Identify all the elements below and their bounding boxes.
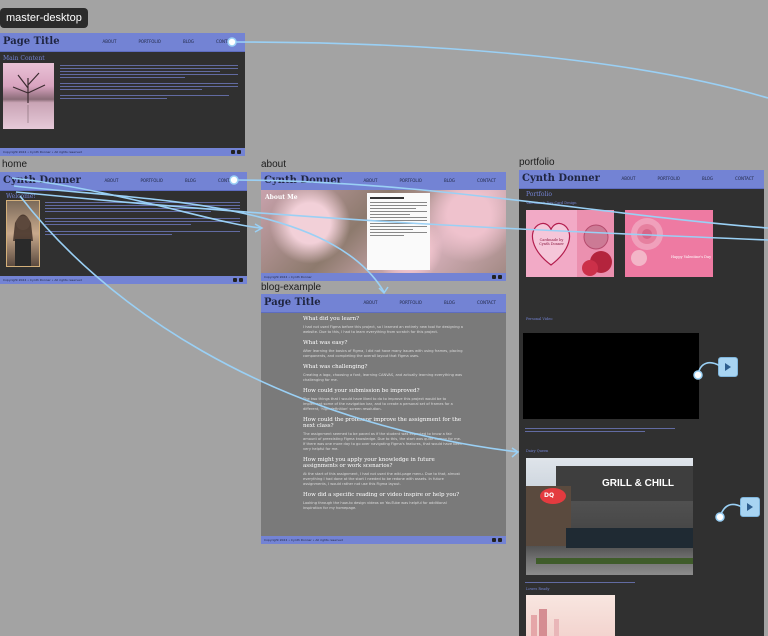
nav-portfolio[interactable]: PORTFOLIO [657,176,680,181]
about-heading: About Me [265,194,298,201]
nav-blog[interactable]: BLOG [183,39,194,44]
blog-question: How could the professor improve the assi… [303,417,462,429]
nav-blog[interactable]: BLOG [702,176,713,181]
social-icon[interactable] [492,275,496,279]
nav-blog[interactable]: BLOG [444,178,455,183]
blog-answer: Looking through the how-to design videos… [303,501,447,510]
master-heading: Main Content [3,55,45,62]
master-navbar: Page Title ABOUT PORTFOLIO BLOG CONTACT [0,33,245,52]
dq-caption [525,580,635,585]
nav-about[interactable]: ABOUT [622,176,636,181]
blog-question: What was challenging? [303,364,368,370]
master-body-text [60,63,238,101]
about-footer-text: Copyright 2024 • Cynth Donner [264,275,312,279]
blog-question: How could your submission be improved? [303,388,420,394]
nav-about[interactable]: ABOUT [364,178,378,183]
blog-footer: Copyright 2024 • Cynth Donner • All righ… [261,536,506,544]
portfolio-heading: Portfolio [526,191,552,198]
home-frame[interactable]: Cynth Donner ABOUT PORTFOLIO BLOG CONTAC… [0,172,247,284]
frame-name-pill[interactable]: master-desktop [0,8,88,28]
nav-contact[interactable]: CONTACT [216,39,235,44]
home-body-text [45,200,240,237]
social-icon[interactable] [233,278,237,282]
social-icon[interactable] [231,150,235,154]
nav-contact[interactable]: CONTACT [477,178,496,183]
dq-logo: DQ [544,492,555,499]
about-navbar: Cynth Donner ABOUT PORTFOLIO BLOG CONTAC… [261,172,506,191]
social-icon[interactable] [498,538,502,542]
blog-question: How did a specific reading or video insp… [303,492,460,498]
personal-video-player[interactable] [523,333,699,419]
nav-portfolio[interactable]: PORTFOLIO [138,39,161,44]
master-tree-image [3,63,54,129]
nav-blog[interactable]: BLOG [444,300,455,305]
nav-contact[interactable]: CONTACT [218,178,237,183]
home-navbar: Cynth Donner ABOUT PORTFOLIO BLOG CONTAC… [0,172,247,191]
nav-blog[interactable]: BLOG [185,178,196,183]
blog-question: What did you learn? [303,316,360,322]
portfolio-sub-video: Personal Video [526,317,553,321]
blog-footer-text: Copyright 2024 • Cynth Donner • All righ… [264,538,343,542]
portfolio-frame[interactable]: Cynth Donner ABOUT PORTFOLIO BLOG CONTAC… [519,170,764,636]
blog-answer: I had not used Figma before this project… [303,325,463,334]
blog-answer: After learning the basics of Figma, I di… [303,349,463,358]
home-footer: Copyright 2024 • Cynth Donner • All righ… [0,276,247,284]
blog-question: How might you apply your knowledge in fu… [303,457,435,469]
valentine-card-right-text: Happy Valentine's Day [671,255,712,259]
valentine-card-right: Happy Valentine's Day [625,210,713,277]
about-page-title: Cynth Donner [264,175,342,186]
blog-answer: Creating a logo, choosing a font, learni… [303,373,463,382]
dq-sign: GRILL & CHILL [602,478,675,489]
about-footer: Copyright 2024 • Cynth Donner [261,273,506,281]
portfolio-page-title: Cynth Donner [522,173,600,184]
blog-article: What did you learn? I had not used Figma… [303,311,463,511]
home-portrait-image [6,200,40,267]
nav-about[interactable]: ABOUT [103,39,117,44]
nav-about[interactable]: ABOUT [105,178,119,183]
master-footer-text: Copyright 2024 • Cynth Donner • All righ… [3,150,82,154]
about-resume-document [367,193,430,270]
nav-portfolio[interactable]: PORTFOLIO [399,178,422,183]
blog-page-title: Page Title [264,297,321,308]
master-page-title: Page Title [3,36,60,47]
frame-label-home[interactable]: home [2,159,27,170]
home-footer-text: Copyright 2024 • Cynth Donner • All righ… [3,278,82,282]
master-desktop-frame[interactable]: Page Title ABOUT PORTFOLIO BLOG CONTACT … [0,33,245,156]
home-heading: Welcome! [6,193,36,200]
master-footer: Copyright 2024 • Cynth Donner • All righ… [0,148,245,156]
play-icon[interactable] [718,357,738,377]
blog-answer: At the start of this assignment, I had n… [303,472,460,486]
frame-label-blog[interactable]: blog-example [261,282,321,293]
nav-portfolio[interactable]: PORTFOLIO [399,300,422,305]
social-icon[interactable] [498,275,502,279]
portfolio-sub-lowes: Lowes Ready [526,587,550,591]
nav-contact[interactable]: CONTACT [477,300,496,305]
blog-answer: The two things that I would have liked t… [303,397,453,411]
portfolio-navbar: Cynth Donner ABOUT PORTFOLIO BLOG CONTAC… [519,170,764,189]
portfolio-sub-dq: Dairy Queen [526,449,549,453]
valentine-card-left: Cardmade by Cynth Donner [526,210,614,277]
video-caption [525,426,675,434]
nav-about[interactable]: ABOUT [364,300,378,305]
social-icon[interactable] [237,150,241,154]
lowes-image [526,595,615,636]
about-frame[interactable]: Cynth Donner ABOUT PORTFOLIO BLOG CONTAC… [261,172,506,281]
frame-label-portfolio[interactable]: portfolio [519,157,555,168]
blog-question: What was easy? [303,340,348,346]
dairy-queen-image: DQ GRILL & CHILL [526,458,693,575]
frame-label-about[interactable]: about [261,159,286,170]
nav-contact[interactable]: CONTACT [735,176,754,181]
valentine-card-left-text: Cardmade by Cynth Donner [539,238,564,246]
social-icon[interactable] [492,538,496,542]
home-page-title: Cynth Donner [3,175,81,186]
blog-answer: The assignment seemed to be paced as if … [303,432,463,451]
blog-example-frame[interactable]: Page Title ABOUT PORTFOLIO BLOG CONTACT … [261,294,506,544]
nav-portfolio[interactable]: PORTFOLIO [140,178,163,183]
social-icon[interactable] [239,278,243,282]
play-icon[interactable] [740,497,760,517]
portfolio-sub-valentine: Valentine's Day Card Design [526,201,577,205]
